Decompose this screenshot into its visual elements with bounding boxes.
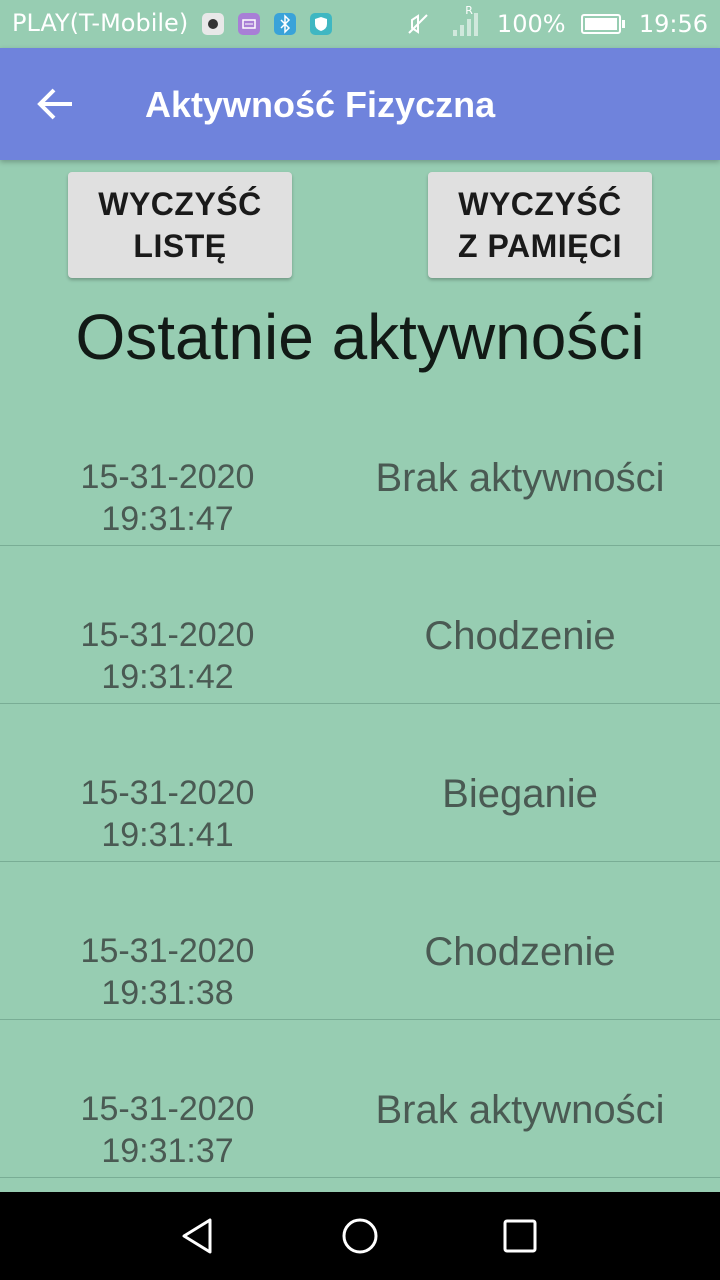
- list-item[interactable]: 15-31-2020 19:31:37 Brak aktywności: [0, 1020, 720, 1178]
- clear-list-button[interactable]: WYCZYŚĆ LISTĘ: [68, 172, 292, 278]
- timestamp: 15-31-2020 19:31:42: [0, 614, 335, 698]
- list-item[interactable]: 15-31-2020 19:31:41 Bieganie: [0, 704, 720, 862]
- list-item[interactable]: 15-31-2020 19:31:47 Brak aktywności: [0, 388, 720, 546]
- activity-time: 19:31:41: [101, 816, 234, 854]
- nav-recent-button[interactable]: [498, 1214, 542, 1258]
- mute-icon: [406, 12, 430, 36]
- list-item[interactable]: 15-31-2020 19:31:38 Chodzenie: [0, 862, 720, 1020]
- nav-back-button[interactable]: [178, 1214, 222, 1258]
- activity-date: 15-31-2020: [80, 774, 255, 812]
- activity-date: 15-31-2020: [80, 458, 255, 496]
- clear-memory-button[interactable]: WYCZYŚĆ Z PAMIĘCI: [428, 172, 652, 278]
- activity-type: Chodzenie: [424, 930, 616, 974]
- timestamp: 15-31-2020 19:31:37: [0, 1088, 335, 1172]
- activity-time: 19:31:42: [101, 658, 234, 696]
- nav-home-icon: [342, 1218, 378, 1254]
- timestamp: 15-31-2020 19:31:38: [0, 930, 335, 1014]
- activity-time: 19:31:37: [101, 1132, 234, 1170]
- activity-type: Bieganie: [442, 772, 598, 816]
- carrier-name: PLAY(T-Mobile): [12, 9, 189, 37]
- back-button[interactable]: [28, 76, 84, 132]
- bluetooth-icon: [274, 13, 296, 35]
- battery-percent: 100%: [496, 10, 566, 38]
- battery-icon: [581, 14, 626, 34]
- activity-type: Brak aktywności: [375, 456, 665, 500]
- activity-type: Brak aktywności: [375, 1088, 665, 1132]
- clock: 19:56: [638, 10, 708, 38]
- app-bar: Aktywność Fizyczna: [0, 48, 720, 160]
- activity-time: 19:31:47: [101, 500, 234, 538]
- navigation-bar: [0, 1192, 720, 1280]
- shield-icon: [310, 13, 332, 35]
- list-item[interactable]: 15-31-2020 19:31:42 Chodzenie: [0, 546, 720, 704]
- timestamp: 15-31-2020 19:31:41: [0, 772, 335, 856]
- timestamp: 15-31-2020 19:31:47: [0, 456, 335, 540]
- activity-time: 19:31:38: [101, 974, 234, 1012]
- activity-date: 15-31-2020: [80, 932, 255, 970]
- activity-date: 15-31-2020: [80, 616, 255, 654]
- activity-list: 15-31-2020 19:31:47 Brak aktywności 15-3…: [0, 388, 720, 1178]
- activity-type: Chodzenie: [424, 614, 616, 658]
- nav-home-button[interactable]: [338, 1214, 382, 1258]
- messages-icon: [238, 13, 260, 35]
- app-title: Aktywność Fizyczna: [145, 84, 496, 125]
- section-title: Ostatnie aktywności: [75, 301, 645, 373]
- nav-recent-icon: [503, 1219, 537, 1253]
- signal-icon: R: [453, 4, 481, 36]
- activity-date: 15-31-2020: [80, 1090, 255, 1128]
- status-bar: PLAY(T-Mobile) R 100% 19:56: [0, 0, 720, 48]
- nav-back-icon: [182, 1218, 212, 1254]
- roaming-indicator: R: [465, 4, 473, 17]
- camera-icon: [202, 13, 224, 35]
- arrow-left-icon: [37, 88, 72, 120]
